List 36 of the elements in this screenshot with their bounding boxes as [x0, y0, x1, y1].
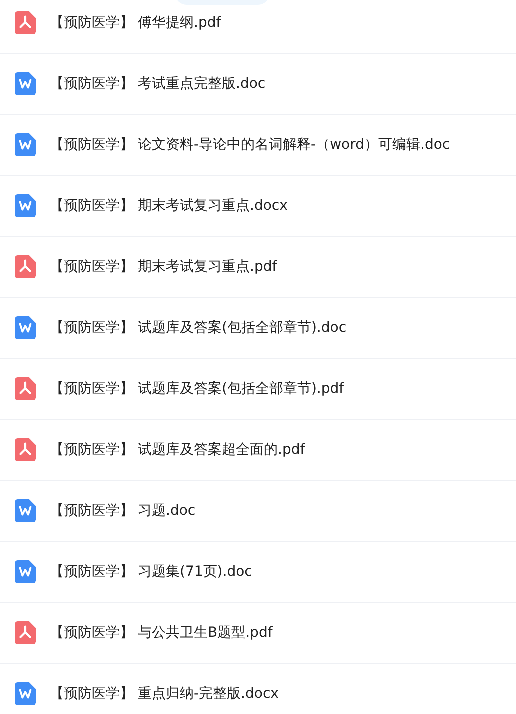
pdf-file-icon: [15, 377, 36, 401]
file-category: 【预防医学】: [50, 14, 134, 32]
word-file-icon: [15, 560, 36, 584]
file-category: 【预防医学】: [50, 319, 134, 337]
file-name[interactable]: 习题集(71页).doc: [138, 563, 252, 581]
file-name[interactable]: 试题库及答案超全面的.pdf: [138, 441, 306, 459]
file-category: 【预防医学】: [50, 75, 134, 93]
file-name[interactable]: 试题库及答案(包括全部章节).pdf: [138, 380, 344, 398]
word-file-icon: [15, 194, 36, 218]
file-name[interactable]: 论文资料-导论中的名词解释-（word）可编辑.doc: [138, 136, 450, 154]
file-name[interactable]: 重点归纳-完整版.docx: [138, 685, 279, 703]
file-category: 【预防医学】: [50, 502, 134, 520]
word-file-icon: [15, 316, 36, 340]
file-category: 【预防医学】: [50, 624, 134, 642]
file-name[interactable]: 试题库及答案(包括全部章节).doc: [138, 319, 347, 337]
file-name[interactable]: 习题.doc: [138, 502, 196, 520]
pdf-file-icon: [15, 438, 36, 462]
word-file-icon: [15, 72, 36, 96]
pdf-file-icon: [15, 255, 36, 279]
word-file-icon: [15, 682, 36, 706]
file-category: 【预防医学】: [50, 136, 134, 154]
file-category: 【预防医学】: [50, 685, 134, 703]
pdf-file-icon: [15, 11, 36, 35]
file-category: 【预防医学】: [50, 380, 134, 398]
word-file-icon: [15, 499, 36, 523]
file-category: 【预防医学】: [50, 563, 134, 581]
word-file-icon: [15, 133, 36, 157]
file-name[interactable]: 与公共卫生B题型.pdf: [138, 624, 273, 642]
file-category: 【预防医学】: [50, 441, 134, 459]
file-name[interactable]: 考试重点完整版.doc: [138, 75, 266, 93]
file-category: 【预防医学】: [50, 197, 134, 215]
file-name[interactable]: 期末考试复习重点.docx: [138, 197, 288, 215]
file-name[interactable]: 傅华提纲.pdf: [138, 14, 222, 32]
file-category: 【预防医学】: [50, 258, 134, 276]
file-name[interactable]: 期末考试复习重点.pdf: [138, 258, 278, 276]
pdf-file-icon: [15, 621, 36, 645]
